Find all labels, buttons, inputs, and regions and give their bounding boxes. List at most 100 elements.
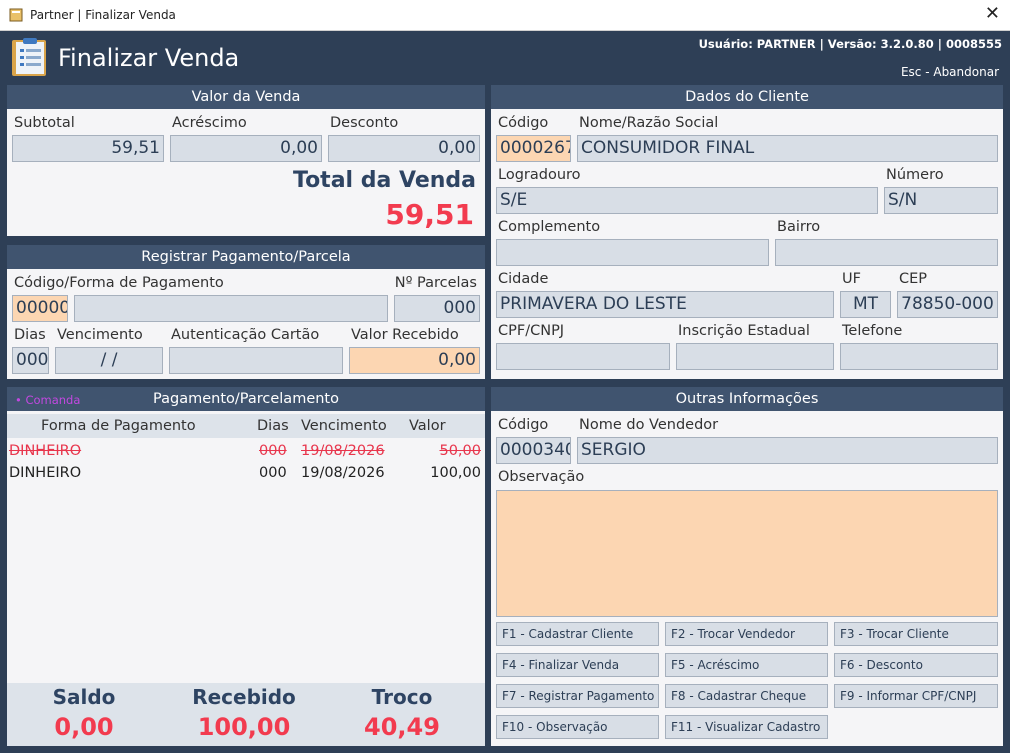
f9-informar-cpf-button[interactable]: F9 - Informar CPF/CNPJ	[834, 684, 998, 708]
vencimento-label: Vencimento	[57, 327, 143, 343]
app-icon	[9, 8, 23, 22]
desconto-field[interactable]: 0,00	[328, 135, 480, 162]
saldo-label: Saldo	[52, 685, 116, 709]
cliente-codigo-field[interactable]: 0000267	[496, 135, 571, 162]
vendedor-nome-label: Nome do Vendedor	[579, 417, 719, 433]
row-vencimento: 19/08/2026	[301, 465, 385, 481]
col-vencimento: Vencimento	[301, 418, 387, 434]
f2-trocar-vendedor-button[interactable]: F2 - Trocar Vendedor	[665, 622, 828, 646]
cliente-codigo-label: Código	[498, 115, 549, 131]
comanda-link[interactable]: • Comanda	[15, 393, 80, 407]
row-valor: 50,00	[439, 443, 481, 459]
acrescimo-field[interactable]: 0,00	[170, 135, 322, 162]
bairro-field[interactable]	[775, 239, 998, 266]
total-label: Total da Venda	[292, 168, 476, 193]
total-value: 59,51	[385, 198, 474, 231]
f10-observacao-button[interactable]: F10 - Observação	[496, 715, 659, 739]
vendedor-codigo-field[interactable]: 0000340	[496, 437, 571, 464]
acrescimo-label: Acréscimo	[172, 115, 247, 131]
logradouro-field[interactable]: S/E	[496, 187, 878, 214]
cep-label: CEP	[899, 271, 928, 287]
nome-label: Nome/Razão Social	[579, 115, 719, 131]
cidade-label: Cidade	[498, 271, 549, 287]
cpf-label: CPF/CNPJ	[498, 323, 565, 339]
uf-field[interactable]: MT	[840, 291, 891, 318]
dados-cliente-panel: Dados do Cliente Código Nome/Razão Socia…	[491, 85, 1003, 379]
forma-pagamento-field[interactable]	[74, 295, 388, 322]
f11-visualizar-cadastro-button[interactable]: F11 - Visualizar Cadastro	[665, 715, 828, 739]
totais-footer: Saldo 0,00 Recebido 100,00 Troco 40,49	[7, 683, 485, 746]
col-dias: Dias	[257, 418, 289, 434]
dias-label: Dias	[14, 327, 46, 343]
vendedor-nome-field[interactable]: SERGIO	[577, 437, 998, 464]
recebido-label: Recebido	[192, 685, 296, 709]
autenticacao-label: Autenticação Cartão	[171, 327, 320, 343]
clipboard-icon	[12, 38, 46, 76]
row-valor: 100,00	[430, 465, 481, 481]
close-button[interactable]: ✕	[985, 4, 1000, 24]
ie-field[interactable]	[676, 343, 834, 370]
grid-header: Forma de Pagamento Dias Vencimento Valor	[7, 414, 485, 438]
f6-desconto-button[interactable]: F6 - Desconto	[834, 653, 998, 677]
esc-abandon[interactable]: Esc - Abandonar	[901, 65, 999, 79]
troco-label: Troco	[371, 685, 433, 709]
cep-field[interactable]: 78850-000	[897, 291, 998, 318]
table-row[interactable]: DINHEIRO 000 19/08/2026 100,00	[7, 465, 485, 485]
f8-cadastrar-cheque-button[interactable]: F8 - Cadastrar Cheque	[665, 684, 828, 708]
col-forma: Forma de Pagamento	[41, 418, 196, 434]
registrar-pagamento-panel: Registrar Pagamento/Parcela Código/Forma…	[7, 245, 485, 379]
outras-informacoes-panel: Outras Informações Código Nome do Vended…	[491, 387, 1003, 746]
subtotal-field[interactable]: 59,51	[12, 135, 164, 162]
nome-field[interactable]: CONSUMIDOR FINAL	[577, 135, 998, 162]
telefone-label: Telefone	[842, 323, 903, 339]
f1-cadastrar-cliente-button[interactable]: F1 - Cadastrar Cliente	[496, 622, 659, 646]
observacao-label: Observação	[498, 469, 585, 485]
row-forma: DINHEIRO	[9, 465, 82, 481]
outras-title: Outras Informações	[491, 387, 1003, 411]
codigo-pagamento-field[interactable]: 00000	[12, 295, 68, 322]
parcelas-label: Nº Parcelas	[394, 275, 477, 291]
window-titlebar: Partner | Finalizar Venda ✕	[0, 0, 1010, 31]
f5-acrescimo-button[interactable]: F5 - Acréscimo	[665, 653, 828, 677]
subtotal-label: Subtotal	[14, 115, 75, 131]
logradouro-label: Logradouro	[498, 167, 581, 183]
pagamentos-panel: Pagamento/Parcelamento • Comanda Forma d…	[7, 387, 485, 746]
parcelas-field[interactable]: 000	[394, 295, 480, 322]
vencimento-field[interactable]: / /	[55, 347, 163, 374]
recebido-value: 100,00	[197, 713, 291, 741]
valor-recebido-field[interactable]: 0,00	[349, 347, 480, 374]
f3-trocar-cliente-button[interactable]: F3 - Trocar Cliente	[834, 622, 998, 646]
autenticacao-field[interactable]	[169, 347, 343, 374]
row-dias: 000	[259, 465, 287, 481]
numero-field[interactable]: S/N	[884, 187, 998, 214]
uf-label: UF	[842, 271, 861, 287]
valor-venda-title: Valor da Venda	[7, 85, 485, 109]
f7-registrar-pagamento-button[interactable]: F7 - Registrar Pagamento	[496, 684, 659, 708]
cpf-field[interactable]	[496, 343, 670, 370]
codigo-forma-label: Código/Forma de Pagamento	[14, 275, 224, 291]
cidade-field[interactable]: PRIMAVERA DO LESTE	[496, 291, 834, 318]
complemento-label: Complemento	[498, 219, 601, 235]
user-info: Usuário: PARTNER | Versão: 3.2.0.80 | 00…	[698, 37, 1002, 51]
f4-finalizar-venda-button[interactable]: F4 - Finalizar Venda	[496, 653, 659, 677]
row-dias: 000	[259, 443, 287, 459]
vendedor-codigo-label: Código	[498, 417, 549, 433]
desconto-label: Desconto	[330, 115, 399, 131]
saldo-value: 0,00	[54, 713, 114, 741]
table-row[interactable]: DINHEIRO 000 19/08/2026 50,00	[7, 443, 485, 463]
registrar-title: Registrar Pagamento/Parcela	[7, 245, 485, 269]
telefone-field[interactable]	[840, 343, 998, 370]
valor-recebido-label: Valor Recebido	[351, 327, 459, 343]
valor-venda-panel: Valor da Venda Subtotal Acréscimo Descon…	[7, 85, 485, 236]
dias-field[interactable]: 000	[12, 347, 49, 374]
numero-label: Número	[886, 167, 944, 183]
complemento-field[interactable]	[496, 239, 769, 266]
col-valor: Valor	[409, 418, 446, 434]
ie-label: Inscrição Estadual	[678, 323, 810, 339]
window-title: Partner | Finalizar Venda	[30, 8, 176, 22]
bairro-label: Bairro	[777, 219, 821, 235]
observacao-textarea[interactable]	[496, 490, 998, 617]
page-title: Finalizar Venda	[58, 44, 240, 72]
row-vencimento: 19/08/2026	[301, 443, 385, 459]
troco-value: 40,49	[364, 713, 440, 741]
